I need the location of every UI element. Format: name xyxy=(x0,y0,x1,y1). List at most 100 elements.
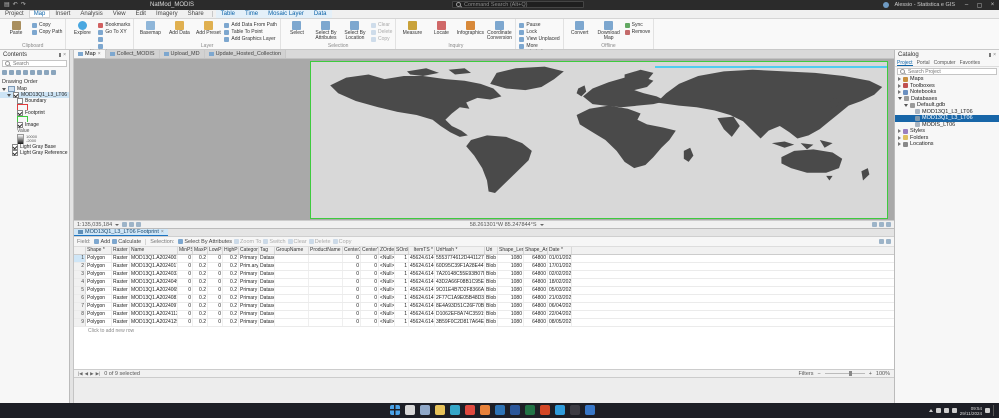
first-record-icon[interactable]: |◀ xyxy=(78,371,83,377)
table-row[interactable]: 1PolygonRasterMOD13Q1.A2024001_L3...00.2… xyxy=(74,255,894,263)
cell[interactable]: 0 xyxy=(343,271,361,278)
cell[interactable] xyxy=(309,311,343,318)
cell[interactable]: 9C01E4B7D2F8366A05... xyxy=(435,287,485,294)
cell[interactable]: 1 xyxy=(395,279,409,286)
taskbar-icon-excel[interactable] xyxy=(525,405,535,415)
column-header-tag[interactable]: Tag xyxy=(259,247,275,254)
cell[interactable]: 5553774612D441127B... xyxy=(435,255,485,262)
ribbon-tab-data[interactable]: Data xyxy=(309,10,332,18)
button-download-map[interactable]: Download Map xyxy=(596,20,622,40)
button-switch-selection[interactable]: Switch xyxy=(263,239,285,245)
button-table-select-by-attributes[interactable]: Select By Attributes xyxy=(178,239,232,245)
filter-icon[interactable] xyxy=(51,70,56,75)
cell[interactable] xyxy=(275,295,309,302)
cell[interactable]: 64800 xyxy=(524,255,548,262)
refresh-table-icon[interactable] xyxy=(879,239,884,244)
cell[interactable]: 45624.61477 xyxy=(409,295,435,302)
cell[interactable]: Raster xyxy=(112,255,130,262)
catalog-tab-portal[interactable]: Portal xyxy=(917,60,930,66)
taskbar-icon-edge[interactable] xyxy=(450,405,460,415)
cell[interactable]: 0.2 xyxy=(193,319,208,326)
cell[interactable]: 05/03/2024 xyxy=(548,287,572,294)
cell[interactable]: 0.2 xyxy=(223,311,239,318)
cell[interactable]: 0 xyxy=(208,287,223,294)
cell[interactable]: <Null> xyxy=(379,263,395,270)
cell[interactable]: MOD13Q1.A2024001_L3... xyxy=(130,255,178,262)
cell[interactable]: <Null> xyxy=(379,311,395,318)
close-tab-icon[interactable]: × xyxy=(98,51,101,57)
cell[interactable]: 08/05/2024 xyxy=(548,319,572,326)
ribbon-tab-time[interactable]: Time xyxy=(240,10,263,18)
cell[interactable]: 0.2 xyxy=(193,279,208,286)
cell[interactable]: Polygon xyxy=(86,311,112,318)
cell[interactable]: 45624.61475 xyxy=(409,287,435,294)
taskbar-icon-start[interactable] xyxy=(390,405,400,415)
redo-icon[interactable]: ↷ xyxy=(21,2,26,8)
cell[interactable]: <Null> xyxy=(379,287,395,294)
view-tab-collect-modis[interactable]: Collect_MODIS xyxy=(106,50,160,58)
cell[interactable]: 0 xyxy=(208,279,223,286)
cell[interactable]: 7A20148C55E93B07D1... xyxy=(435,271,485,278)
cell[interactable]: Polygon xyxy=(86,287,112,294)
cell[interactable]: Raster xyxy=(112,287,130,294)
notifications-icon[interactable] xyxy=(985,408,990,413)
layer-checkbox[interactable] xyxy=(17,110,23,116)
cell[interactable]: 0 xyxy=(178,287,193,294)
cell[interactable]: Dataset xyxy=(259,263,275,270)
cell[interactable]: Blob xyxy=(485,279,498,286)
stretch-legend[interactable]: 10000-2000 xyxy=(0,134,69,144)
button-remove-offline[interactable]: Remove xyxy=(625,29,651,35)
cell[interactable]: 1 xyxy=(395,319,409,326)
ribbon-tab-share[interactable]: Share xyxy=(183,10,209,18)
cell[interactable]: 64800 xyxy=(524,279,548,286)
cell[interactable] xyxy=(309,279,343,286)
cell[interactable]: MOD13Q1.A2024065_L3... xyxy=(130,287,178,294)
cell[interactable]: 0 xyxy=(178,295,193,302)
button-sync[interactable]: Sync xyxy=(625,22,651,28)
cell[interactable]: Polygon xyxy=(86,263,112,270)
column-header-productname[interactable]: ProductName xyxy=(309,247,343,254)
cell[interactable]: 0 xyxy=(361,295,379,302)
cell[interactable]: D1062EF8A74C35919E... xyxy=(435,311,485,318)
row-selector[interactable]: 8 xyxy=(74,311,86,318)
button-bookmarks[interactable]: Bookmarks xyxy=(98,22,130,28)
cell[interactable]: 0 xyxy=(208,303,223,310)
layer-checkbox[interactable] xyxy=(12,150,18,156)
cell[interactable]: 0 xyxy=(208,295,223,302)
cell[interactable]: 0.2 xyxy=(223,279,239,286)
cell[interactable]: Primary xyxy=(239,311,259,318)
button-locate[interactable]: Locate xyxy=(428,20,454,36)
cell[interactable]: 0 xyxy=(361,319,379,326)
command-search[interactable]: Command Search (Alt+Q) xyxy=(452,1,584,8)
column-header-highps[interactable]: HighPS * xyxy=(223,247,239,254)
cell[interactable]: 0 xyxy=(343,279,361,286)
cell[interactable]: Polygon xyxy=(86,271,112,278)
cell[interactable]: 45624.61471 xyxy=(409,271,435,278)
list-by-source-icon[interactable] xyxy=(9,70,14,75)
snapping-icon[interactable] xyxy=(872,222,877,227)
cell[interactable] xyxy=(309,271,343,278)
list-by-editing-icon[interactable] xyxy=(23,70,28,75)
cell[interactable] xyxy=(275,263,309,270)
taskbar-icon-word[interactable] xyxy=(510,405,520,415)
row-selector[interactable]: 7 xyxy=(74,303,86,310)
cell[interactable]: Primary xyxy=(239,271,259,278)
cell[interactable]: 0 xyxy=(178,311,193,318)
cell[interactable]: 0 xyxy=(178,319,193,326)
cell[interactable]: Dataset xyxy=(259,303,275,310)
contents-search[interactable] xyxy=(2,60,67,67)
cell[interactable]: 0 xyxy=(208,319,223,326)
cell[interactable]: 60D95C39F1A28E4476... xyxy=(435,263,485,270)
cell[interactable]: Polygon xyxy=(86,295,112,302)
cell[interactable] xyxy=(275,271,309,278)
cell[interactable]: Dataset xyxy=(259,279,275,286)
cell[interactable]: 0.2 xyxy=(193,295,208,302)
column-header-zorder[interactable]: ZOrder xyxy=(379,247,395,254)
layer-checkbox[interactable] xyxy=(17,98,23,104)
auto-hide-pin-icon[interactable] xyxy=(59,53,61,57)
expander-icon[interactable] xyxy=(898,97,902,100)
map-coordinates[interactable]: 58.261301°W 85.247844°S xyxy=(470,222,544,228)
cell[interactable]: Polygon xyxy=(86,255,112,262)
cell[interactable]: 0 xyxy=(361,303,379,310)
cell[interactable]: Blob xyxy=(485,263,498,270)
